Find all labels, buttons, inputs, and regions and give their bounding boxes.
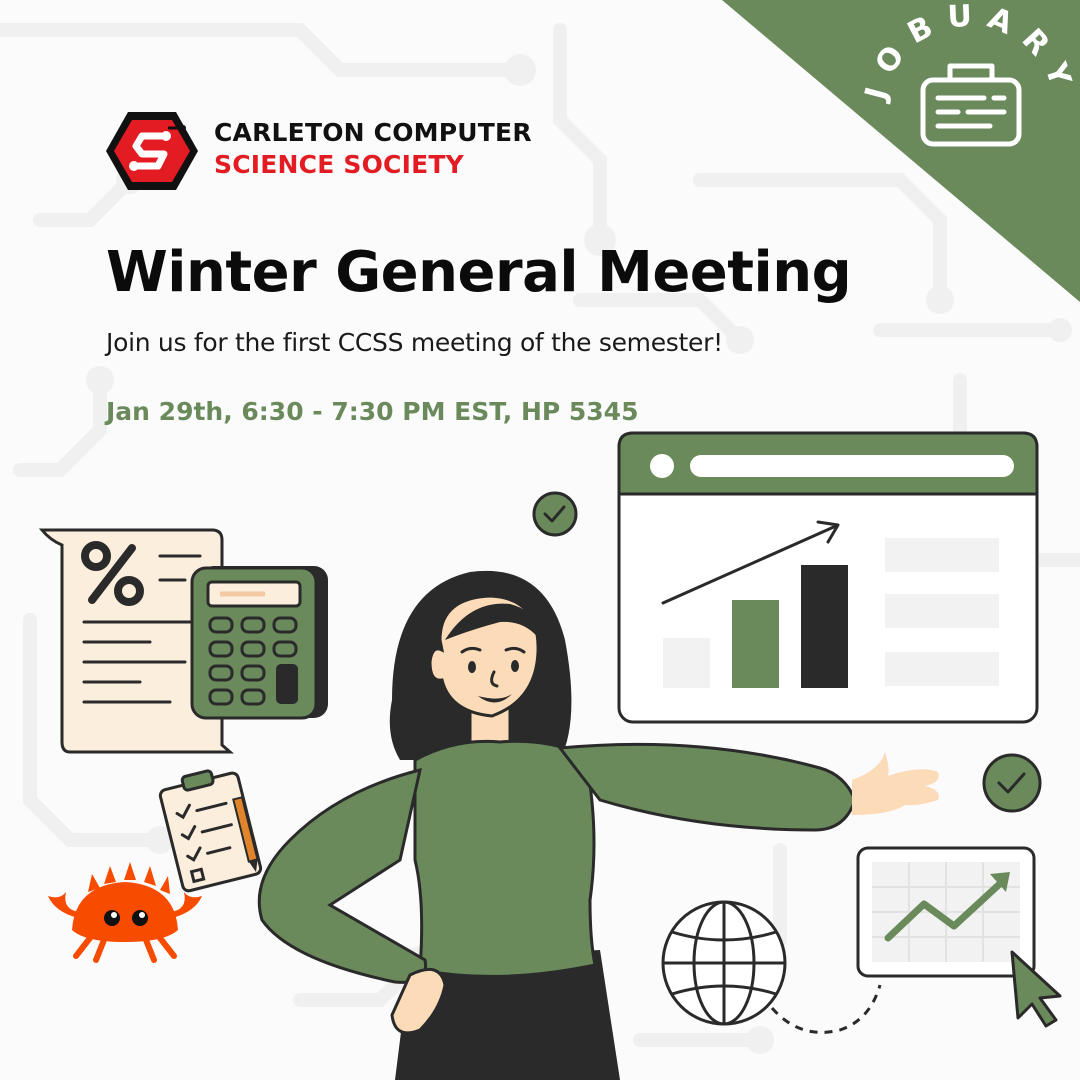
illustration — [38, 431, 1062, 1080]
check-circle-icon — [982, 753, 1042, 813]
globe-icon — [661, 900, 787, 1026]
bar-chart-window-icon — [617, 431, 1039, 724]
clipboard-checklist-icon — [158, 769, 263, 893]
trend-chart-card-icon — [856, 846, 1036, 978]
cursor-icon — [1010, 950, 1062, 1028]
check-circle-icon — [532, 491, 578, 537]
event-poster: JOBUARY CARLETON COMPUTER SCIENCE SOCIET… — [0, 0, 1080, 1080]
calculator-icon — [190, 566, 328, 720]
dashed-connector — [770, 984, 882, 1034]
